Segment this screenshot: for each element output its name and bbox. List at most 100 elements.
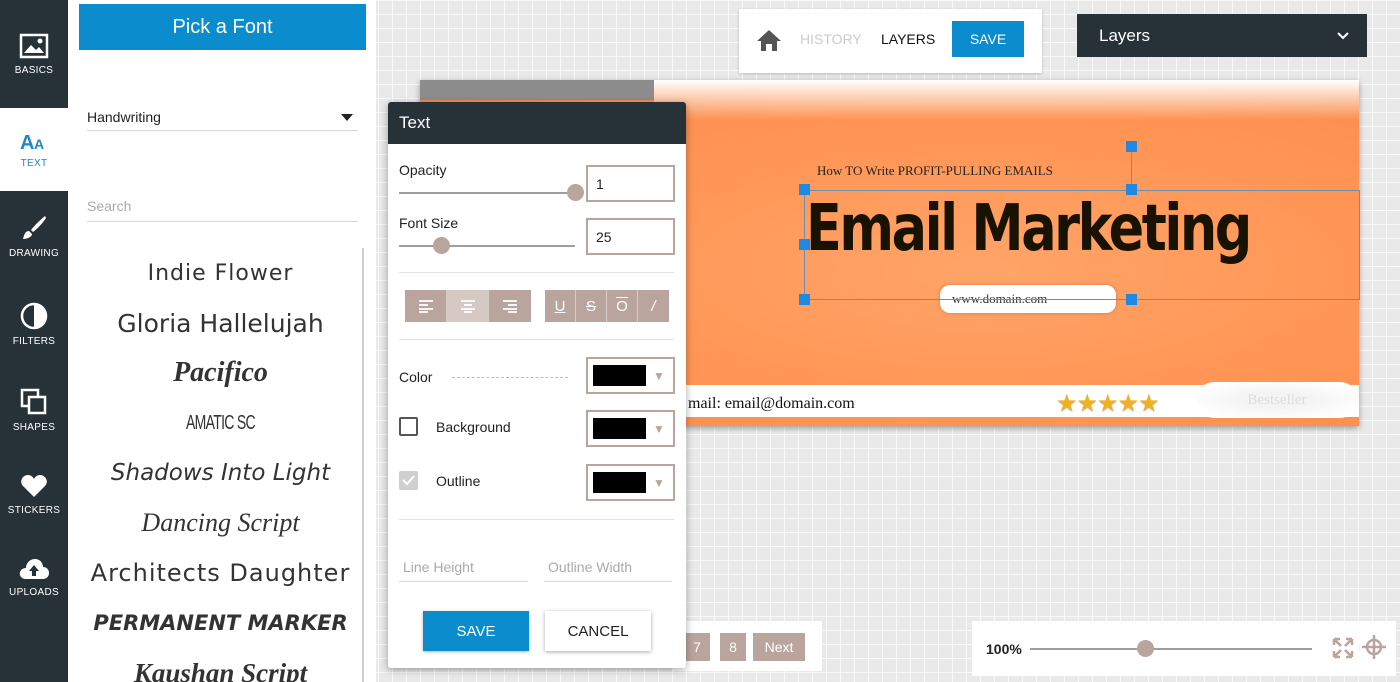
- outline-label: Outline: [436, 473, 481, 489]
- font-item-gloria-hallelujah[interactable]: Gloria Hallelujah: [79, 298, 362, 348]
- color-swatch: [593, 365, 646, 386]
- background-swatch: [593, 418, 646, 439]
- home-icon[interactable]: [756, 28, 782, 52]
- zoom-level: 100%: [986, 641, 1022, 657]
- opacity-slider-track[interactable]: [399, 192, 577, 194]
- sidebar-item-label: SHAPES: [12, 421, 56, 433]
- align-center-button[interactable]: [447, 290, 489, 322]
- align-button-group: [405, 290, 531, 322]
- font-search-input[interactable]: Search: [87, 190, 358, 222]
- underline-button[interactable]: U: [545, 290, 576, 322]
- page-button-8[interactable]: 8: [720, 633, 746, 661]
- next-page-button[interactable]: Next: [753, 633, 805, 661]
- font-size-slider-knob[interactable]: [433, 237, 450, 254]
- canvas-top-fade: [654, 80, 1359, 120]
- format-button-group: U S O /: [545, 290, 669, 322]
- dialog-cancel-button[interactable]: CANCEL: [545, 611, 651, 651]
- italic-button[interactable]: /: [638, 290, 669, 322]
- outline-color-picker[interactable]: ▼: [586, 464, 675, 501]
- sidebar-item-shapes[interactable]: SHAPES: [0, 368, 68, 452]
- design-subtitle[interactable]: How TO Write PROFIT-PULLING EMAILS: [817, 163, 1053, 179]
- resize-handle-bl[interactable]: [799, 294, 810, 305]
- rotate-handle[interactable]: [1126, 141, 1137, 152]
- zoom-slider-knob[interactable]: [1137, 640, 1154, 657]
- opacity-slider-knob[interactable]: [567, 184, 584, 201]
- font-size-label: Font Size: [399, 215, 459, 231]
- font-item-indie-flower[interactable]: Indie Flower: [79, 248, 362, 298]
- zoom-slider-track[interactable]: [1030, 648, 1312, 650]
- dropdown-arrow-icon: ▼: [653, 475, 665, 490]
- page-button-7[interactable]: 7: [684, 633, 710, 661]
- font-item-shadows-into-light[interactable]: Shadows Into Light: [79, 448, 362, 498]
- divider: [399, 519, 674, 520]
- zoom-bar: 100%: [972, 621, 1396, 676]
- brush-icon: [23, 215, 46, 239]
- background-color-picker[interactable]: ▼: [586, 410, 675, 447]
- filter-icon: [20, 302, 48, 330]
- sidebar-item-filters[interactable]: FILTERS: [0, 281, 68, 368]
- font-item-pacifico[interactable]: Pacifico: [79, 348, 362, 398]
- text-icon: AA: [20, 132, 44, 152]
- overline-button[interactable]: O: [607, 290, 638, 322]
- caret-down-icon: [341, 113, 353, 121]
- page-pager: 7 8 Next: [672, 621, 822, 671]
- svg-text:A: A: [20, 132, 34, 152]
- sidebar-item-text[interactable]: AA TEXT: [0, 108, 68, 191]
- layers-dropdown-label: Layers: [1099, 25, 1151, 45]
- chevron-down-icon: [1337, 31, 1349, 39]
- outline-checkbox[interactable]: [399, 471, 418, 490]
- color-picker[interactable]: ▼: [586, 357, 675, 394]
- svg-text:A: A: [34, 136, 44, 152]
- sidebar-item-label: STICKERS: [7, 504, 61, 516]
- strikethrough-button[interactable]: S: [576, 290, 607, 322]
- image-icon: [19, 33, 49, 58]
- align-center-icon: [460, 300, 475, 313]
- design-email[interactable]: mail: email@domain.com: [688, 395, 855, 413]
- outline-swatch: [593, 472, 646, 493]
- top-toolbar: HISTORY LAYERS SAVE: [739, 9, 1042, 73]
- tool-sidebar: BASICS AA TEXT DRAWING FILTERS SHAPES ST…: [0, 0, 68, 682]
- outline-width-input[interactable]: Outline Width: [544, 552, 672, 582]
- sidebar-item-label: FILTERS: [12, 336, 56, 347]
- font-category-select[interactable]: Handwriting: [87, 104, 358, 131]
- dropdown-arrow-icon: ▼: [653, 421, 665, 436]
- color-leader-line: [452, 377, 568, 378]
- align-left-button[interactable]: [405, 290, 447, 322]
- font-size-input[interactable]: 25: [586, 218, 675, 255]
- opacity-input[interactable]: 1: [586, 165, 675, 202]
- sidebar-item-basics[interactable]: BASICS: [0, 0, 68, 108]
- font-item-architects-daughter[interactable]: Architects Daughter: [79, 548, 362, 598]
- fit-screen-icon[interactable]: [1332, 637, 1354, 659]
- dialog-save-button[interactable]: SAVE: [423, 611, 529, 651]
- font-size-slider-track[interactable]: [399, 245, 575, 247]
- font-panel-title: Pick a Font: [79, 4, 366, 50]
- background-checkbox[interactable]: [399, 417, 418, 436]
- layers-button[interactable]: LAYERS: [881, 31, 935, 47]
- sidebar-item-label: UPLOADS: [9, 586, 59, 598]
- resize-handle-tm[interactable]: [1126, 184, 1137, 195]
- shapes-icon: [20, 388, 47, 414]
- sidebar-item-stickers[interactable]: STICKERS: [0, 452, 68, 536]
- design-stars[interactable]: ★★★★★: [1056, 389, 1160, 418]
- align-right-button[interactable]: [489, 290, 531, 322]
- line-height-input[interactable]: Line Height: [399, 552, 528, 582]
- cloud-upload-icon: [19, 558, 49, 579]
- font-item-kaushan-script[interactable]: Kaushan Script: [79, 648, 362, 682]
- font-panel: Pick a Font Handwriting Search Indie Flo…: [68, 0, 376, 682]
- selection-box: [804, 190, 1360, 300]
- toolbar-save-button[interactable]: SAVE: [952, 21, 1024, 57]
- font-item-permanent-marker[interactable]: Permanent Marker: [79, 598, 362, 648]
- layers-dropdown[interactable]: Layers: [1077, 14, 1367, 57]
- divider: [399, 339, 674, 340]
- move-icon[interactable]: [1361, 634, 1387, 660]
- font-item-dancing-script[interactable]: Dancing Script: [79, 498, 362, 548]
- resize-handle-tl[interactable]: [799, 184, 810, 195]
- design-bestseller-badge[interactable]: Bestseller: [1196, 382, 1358, 418]
- sidebar-item-drawing[interactable]: DRAWING: [0, 191, 68, 281]
- resize-handle-bm[interactable]: [1126, 294, 1137, 305]
- font-item-amatic-sc[interactable]: AMATIC SC: [121, 398, 319, 448]
- resize-handle-ml[interactable]: [799, 239, 810, 250]
- sidebar-item-uploads[interactable]: UPLOADS: [0, 536, 68, 618]
- history-button[interactable]: HISTORY: [800, 31, 862, 47]
- align-left-icon: [418, 300, 433, 313]
